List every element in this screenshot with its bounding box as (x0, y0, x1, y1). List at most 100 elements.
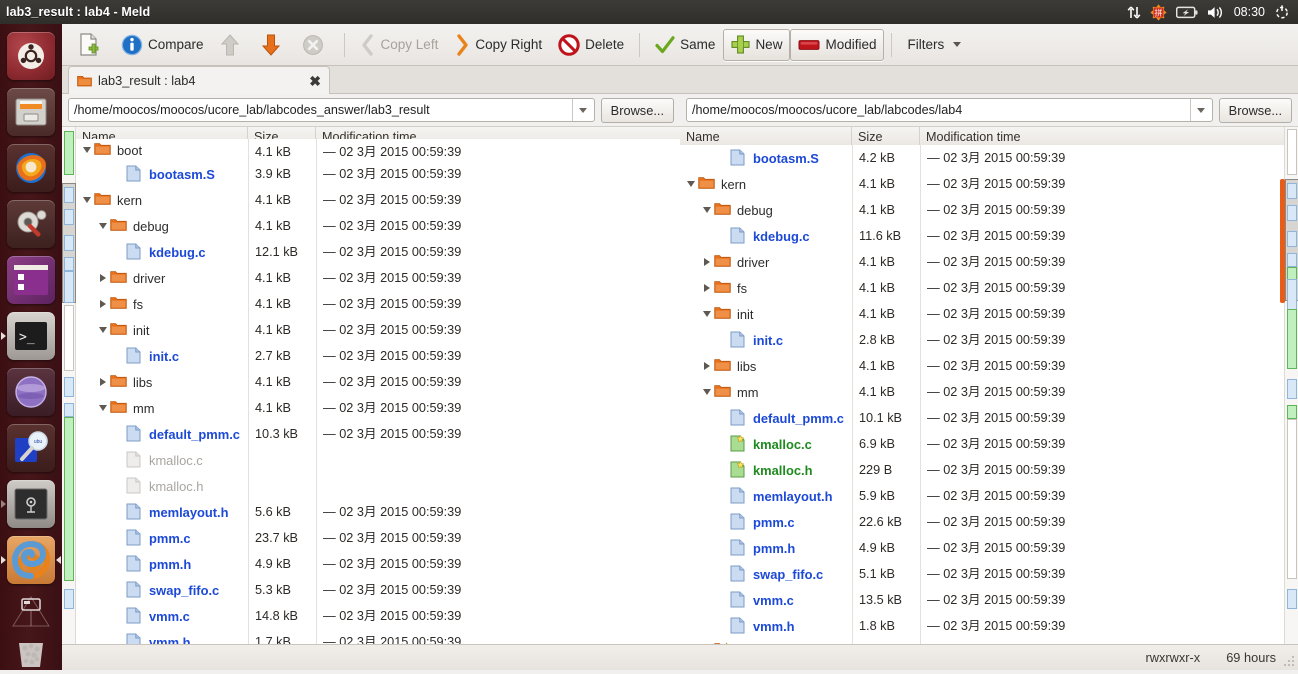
launcher-item-trash[interactable] (0, 632, 62, 674)
delete-button[interactable]: Delete (550, 29, 632, 61)
launcher-item-workspace-switcher[interactable] (0, 588, 62, 632)
launcher-item-rhythmbox[interactable] (0, 364, 62, 420)
right-browse-button[interactable]: Browse... (1218, 97, 1292, 123)
power-gear-icon[interactable] (1274, 0, 1290, 24)
left-path-combo[interactable]: /home/moocos/moocos/ucore_lab/labcodes_a… (68, 98, 595, 122)
volume-icon[interactable] (1207, 0, 1225, 24)
chevron-down-icon[interactable] (684, 171, 698, 197)
table-row[interactable]: init.c 2.8 kB — 02 3月 2015 00:59:39 (680, 327, 1284, 353)
table-row[interactable]: kmalloc.c 6.9 kB — 02 3月 2015 00:59:39 (680, 431, 1284, 457)
chevron-right-icon[interactable] (96, 369, 110, 395)
table-row[interactable]: boot 4.1 kB — 02 3月 2015 00:59:39 (76, 139, 680, 161)
table-row[interactable]: driver 4.1 kB — 02 3月 2015 00:59:39 (680, 249, 1284, 275)
table-row[interactable]: kern 4.1 kB — 02 3月 2015 00:59:39 (76, 187, 680, 213)
table-row[interactable]: kmalloc.c (76, 447, 680, 473)
right-diffmap-gutter[interactable] (1280, 127, 1298, 644)
table-row[interactable]: kmalloc.h (76, 473, 680, 499)
left-browse-button[interactable]: Browse... (600, 97, 674, 123)
launcher-item-software-center[interactable]: ubu (0, 420, 62, 476)
chevron-down-icon[interactable] (96, 213, 110, 239)
battery-charging-icon[interactable] (1175, 0, 1198, 24)
table-row[interactable]: kdebug.c 11.6 kB — 02 3月 2015 00:59:39 (680, 223, 1284, 249)
table-row[interactable]: swap_fifo.c 5.1 kB — 02 3月 2015 00:59:39 (680, 561, 1284, 587)
table-row[interactable]: debug 4.1 kB — 02 3月 2015 00:59:39 (76, 213, 680, 239)
launcher-item-ubuntu-dash[interactable] (0, 28, 62, 84)
launcher-item-vault[interactable] (0, 476, 62, 532)
filter-same-button[interactable]: Same (647, 29, 723, 61)
filters-menu-button[interactable]: Filters (899, 29, 969, 61)
table-row[interactable]: memlayout.h 5.9 kB — 02 3月 2015 00:59:39 (680, 483, 1284, 509)
close-icon[interactable]: ✖ (309, 74, 321, 88)
table-row[interactable]: kmalloc.h 229 B — 02 3月 2015 00:59:39 (680, 457, 1284, 483)
left-tree-body[interactable]: boot 4.1 kB — 02 3月 2015 00:59:39 bootasm.S… (76, 139, 680, 644)
table-row[interactable]: kern 4.1 kB — 02 3月 2015 00:59:39 (680, 171, 1284, 197)
scroll-thumb[interactable] (1280, 179, 1285, 303)
copy-right-button[interactable]: Copy Right (446, 29, 550, 61)
right-tree-body[interactable]: bootasm.S 4.2 kB — 02 3月 2015 00:59:39 kern… (680, 145, 1284, 644)
table-row[interactable] (680, 639, 1284, 644)
launcher-item-firefox[interactable] (0, 140, 62, 196)
resize-grip-icon[interactable] (1282, 654, 1296, 668)
table-row[interactable]: libs 4.1 kB — 02 3月 2015 00:59:39 (76, 369, 680, 395)
table-row[interactable]: init 4.1 kB — 02 3月 2015 00:59:39 (680, 301, 1284, 327)
table-row[interactable]: default_pmm.c 10.3 kB — 02 3月 2015 00:59:3… (76, 421, 680, 447)
filter-new-button[interactable]: New (723, 28, 791, 61)
chevron-down-icon[interactable] (96, 395, 110, 421)
table-row[interactable]: pmm.c 22.6 kB — 02 3月 2015 00:59:39 (680, 509, 1284, 535)
table-row[interactable]: vmm.c 13.5 kB — 02 3月 2015 00:59:39 (680, 587, 1284, 613)
table-row[interactable]: kdebug.c 12.1 kB — 02 3月 2015 00:59:39 (76, 239, 680, 265)
launcher-item-terminal[interactable]: >_ (0, 308, 62, 364)
new-comparison-button[interactable] (70, 29, 113, 61)
table-row[interactable]: swap_fifo.c 5.3 kB — 02 3月 2015 00:59:39 (76, 577, 680, 603)
table-row[interactable]: pmm.h 4.9 kB — 02 3月 2015 00:59:39 (76, 551, 680, 577)
clock[interactable]: 08:30 (1234, 0, 1265, 24)
network-updown-icon[interactable] (1127, 0, 1141, 24)
chevron-right-icon[interactable] (700, 275, 714, 301)
launcher-item-system-settings[interactable] (0, 196, 62, 252)
table-row[interactable]: pmm.h 4.9 kB — 02 3月 2015 00:59:39 (680, 535, 1284, 561)
next-change-button[interactable] (253, 29, 294, 61)
table-row[interactable]: vmm.h 1.8 kB — 02 3月 2015 00:59:39 (680, 613, 1284, 639)
table-row[interactable]: memlayout.h 5.6 kB — 02 3月 2015 00:59:39 (76, 499, 680, 525)
chevron-down-icon[interactable] (700, 379, 714, 405)
copy-left-button[interactable]: Copy Left (352, 29, 447, 61)
chevron-down-icon[interactable] (80, 187, 94, 213)
launcher-item-meld[interactable] (0, 532, 62, 588)
stop-button[interactable] (294, 29, 337, 61)
table-row[interactable]: mm 4.1 kB — 02 3月 2015 00:59:39 (680, 379, 1284, 405)
chevron-down-icon[interactable] (80, 139, 94, 163)
table-row[interactable]: pmm.c 23.7 kB — 02 3月 2015 00:59:39 (76, 525, 680, 551)
ibus-pinyin-icon[interactable]: 拼 (1150, 0, 1167, 24)
chevron-right-icon[interactable] (96, 265, 110, 291)
launcher-item-media-app[interactable] (0, 252, 62, 308)
filter-modified-button[interactable]: Modified (790, 28, 885, 61)
tab-lab3-result-lab4[interactable]: lab3_result : lab4 ✖ (68, 66, 330, 94)
table-row[interactable]: mm 4.1 kB — 02 3月 2015 00:59:39 (76, 395, 680, 421)
table-row[interactable]: init.c 2.7 kB — 02 3月 2015 00:59:39 (76, 343, 680, 369)
chevron-down-icon[interactable] (96, 317, 110, 343)
table-row[interactable]: bootasm.S 3.9 kB — 02 3月 2015 00:59:39 (76, 161, 680, 187)
chevron-right-icon[interactable] (96, 291, 110, 317)
right-path-combo[interactable]: /home/moocos/moocos/ucore_lab/labcodes/l… (686, 98, 1213, 122)
chevron-down-icon[interactable] (700, 301, 714, 327)
table-row[interactable]: bootasm.S 4.2 kB — 02 3月 2015 00:59:39 (680, 145, 1284, 171)
table-row[interactable]: fs 4.1 kB — 02 3月 2015 00:59:39 (76, 291, 680, 317)
table-row[interactable]: driver 4.1 kB — 02 3月 2015 00:59:39 (76, 265, 680, 291)
launcher-item-files[interactable] (0, 84, 62, 140)
status-bar: rwxrwxr-x 69 hours (62, 644, 1298, 670)
left-diffmap-gutter[interactable] (62, 127, 81, 644)
chevron-down-icon[interactable] (700, 197, 714, 223)
chevron-down-icon[interactable] (1189, 99, 1212, 121)
chevron-down-icon[interactable] (571, 99, 594, 121)
table-row[interactable]: init 4.1 kB — 02 3月 2015 00:59:39 (76, 317, 680, 343)
table-row[interactable]: vmm.c 14.8 kB — 02 3月 2015 00:59:39 (76, 603, 680, 629)
table-row[interactable]: vmm.h 1.7 kB — 02 3月 2015 00:59:39 (76, 629, 680, 644)
table-row[interactable]: debug 4.1 kB — 02 3月 2015 00:59:39 (680, 197, 1284, 223)
table-row[interactable]: fs 4.1 kB — 02 3月 2015 00:59:39 (680, 275, 1284, 301)
chevron-right-icon[interactable] (700, 249, 714, 275)
compare-button[interactable]: Compare (113, 29, 212, 61)
previous-change-button[interactable] (212, 29, 253, 61)
table-row[interactable]: default_pmm.c 10.1 kB — 02 3月 2015 00:59:3… (680, 405, 1284, 431)
chevron-right-icon[interactable] (700, 353, 714, 379)
table-row[interactable]: libs 4.1 kB — 02 3月 2015 00:59:39 (680, 353, 1284, 379)
